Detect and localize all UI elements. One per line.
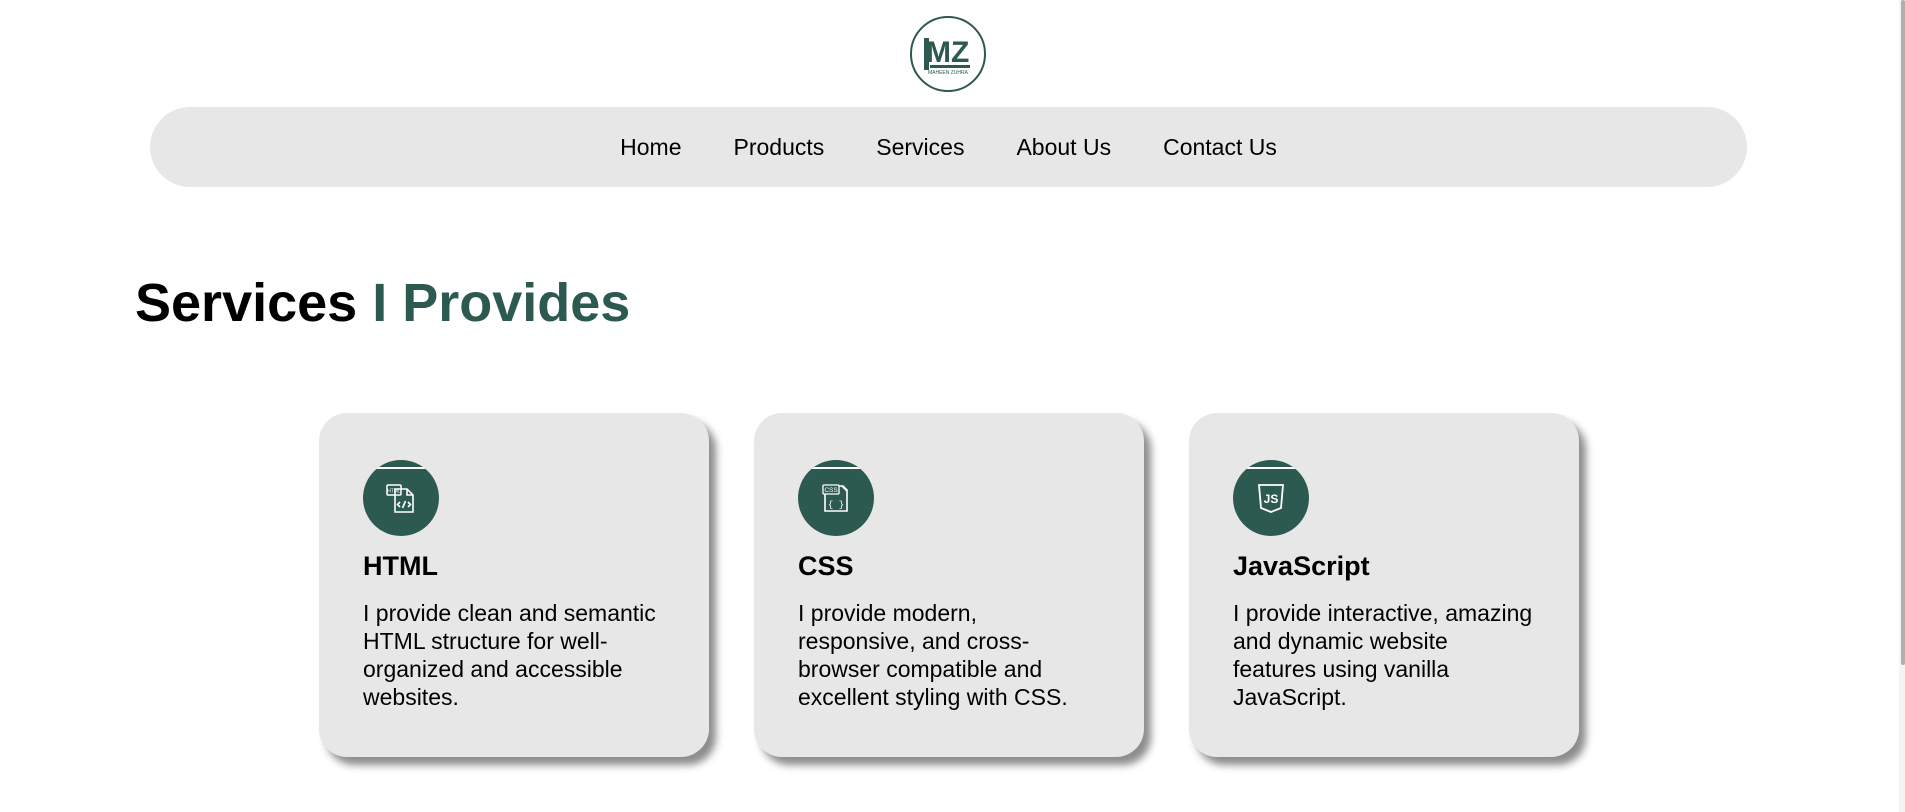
- nav-link-contact-us[interactable]: Contact Us: [1137, 134, 1303, 161]
- nav-link-products[interactable]: Products: [708, 134, 851, 161]
- services-cards: HTML HTML I provide clean and semantic H…: [319, 413, 1579, 757]
- card-title: JavaScript: [1233, 551, 1370, 581]
- service-card-javascript: JS JavaScript I provide interactive, ama…: [1189, 413, 1579, 757]
- javascript-shield-icon: JS: [1233, 460, 1309, 536]
- nav-link-about-us[interactable]: About Us: [990, 134, 1137, 161]
- svg-text:{ }: { }: [828, 500, 844, 510]
- section-title: Services I Provides: [135, 272, 630, 334]
- card-description: I provide interactive, amazing and dynam…: [1233, 600, 1533, 710]
- css-file-icon: CSS { }: [798, 460, 874, 536]
- logo-name: MAHEEN ZUHRA: [928, 70, 969, 76]
- service-card-css: CSS { } CSS I provide modern, responsive…: [754, 413, 1144, 757]
- card-description: I provide clean and semantic HTML struct…: [363, 600, 656, 710]
- nav-link-home[interactable]: Home: [594, 134, 707, 161]
- card-title: HTML: [363, 551, 438, 581]
- nav-link-services[interactable]: Services: [850, 134, 990, 161]
- main-navbar: Home Products Services About Us Contact …: [150, 107, 1747, 187]
- card-description: I provide modern, responsive, and cross-…: [798, 600, 1068, 710]
- section-title-main: Services: [135, 273, 358, 333]
- html-file-icon: HTML: [363, 460, 439, 536]
- mz-logo-icon: MZ MAHEEN ZUHRA: [924, 36, 970, 76]
- page-scrollbar[interactable]: [1899, 0, 1905, 812]
- section-title-accent: I Provides: [372, 273, 631, 333]
- logo-monogram: MZ: [926, 36, 969, 69]
- service-card-html: HTML HTML I provide clean and semantic H…: [319, 413, 709, 757]
- page: MZ MAHEEN ZUHRA Home Products Services A…: [0, 0, 1905, 812]
- svg-text:CSS: CSS: [824, 487, 838, 494]
- card-title: CSS: [798, 551, 854, 581]
- site-logo[interactable]: MZ MAHEEN ZUHRA: [910, 16, 986, 92]
- svg-text:JS: JS: [1264, 492, 1279, 506]
- scrollbar-thumb[interactable]: [1901, 0, 1905, 665]
